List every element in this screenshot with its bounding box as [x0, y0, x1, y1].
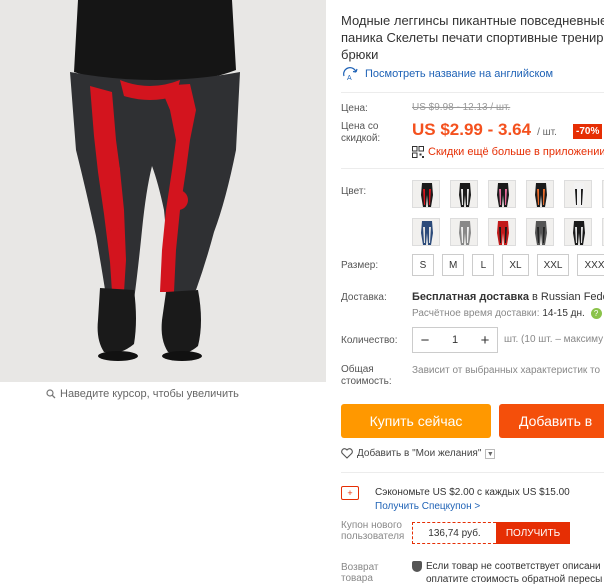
- color-swatch-black-white-2[interactable]: [564, 218, 592, 246]
- shipping-info: Бесплатная доставка в Russian Federa: [412, 291, 604, 303]
- product-info: Модные леггинсы пикантные повседневные п…: [341, 0, 604, 586]
- zoom-hint: Наведите курсор, чтобы увеличить: [46, 388, 239, 400]
- wishlist-text[interactable]: Добавить в "Мои желания": [357, 448, 481, 459]
- color-label: Цвет:: [341, 186, 367, 197]
- color-swatch-black-white[interactable]: [450, 180, 478, 208]
- buy-now-button[interactable]: Купить сейчас: [341, 404, 491, 438]
- old-price: US $9.98 - 12.13 / шт.: [412, 102, 511, 113]
- shipping-time-value: 14-15 дн.: [542, 308, 585, 320]
- shipping-time: Расчётное время доставки: 14-15 дн. ?: [412, 308, 602, 319]
- size-option-s[interactable]: S: [412, 254, 434, 276]
- total-note: Зависит от выбранных характеристик то: [412, 365, 601, 376]
- wishlist-link[interactable]: Добавить в "Мои желания" ▼: [341, 448, 496, 459]
- sale-price: US $2.99 - 3.64 / шт.: [412, 120, 557, 140]
- color-swatch-red-black[interactable]: [488, 218, 516, 246]
- color-swatches: [412, 180, 604, 246]
- shipping-to-prefix: в: [532, 291, 538, 303]
- quantity-value[interactable]: 1: [437, 334, 473, 346]
- coupon-save-text: Сэкономьте US $2.00 с каждых US $15.00: [375, 487, 570, 498]
- new-user-coupon-amount: 136,74 руб.: [412, 522, 496, 544]
- qr-code-icon: [412, 146, 424, 158]
- divider: [341, 472, 604, 473]
- leggings-photo: [0, 0, 326, 382]
- decrease-button[interactable]: −: [413, 328, 437, 352]
- size-option-m[interactable]: M: [442, 254, 465, 276]
- new-user-coupon-label: Купон нового пользователя: [341, 520, 405, 542]
- color-swatch-grey-white[interactable]: [450, 218, 478, 246]
- heart-icon: [341, 448, 353, 459]
- quantity-label: Количество:: [341, 335, 398, 346]
- get-new-user-coupon-button[interactable]: ПОЛУЧИТЬ: [496, 522, 570, 544]
- shipping-destination[interactable]: Russian Federa: [541, 291, 604, 303]
- product-title: Модные леггинсы пикантные повседневные п…: [341, 13, 604, 62]
- chevron-down-icon[interactable]: ▼: [485, 448, 496, 459]
- size-option-xl[interactable]: XL: [502, 254, 529, 276]
- color-swatch-black-pink[interactable]: [488, 180, 516, 208]
- size-option-xxl[interactable]: XXL: [536, 254, 570, 276]
- swatch-thumbnail: [565, 181, 591, 207]
- translate-link-text[interactable]: Посмотреть название на английском: [365, 68, 553, 80]
- color-swatch-white-black[interactable]: [564, 180, 592, 208]
- swatch-thumbnail: [527, 181, 553, 207]
- help-icon[interactable]: ?: [590, 308, 602, 319]
- swatch-thumbnail: [565, 219, 591, 245]
- returns-line-2: оплатите стоимость обратной пересы: [426, 574, 603, 585]
- shipping-label: Доставка:: [341, 292, 387, 303]
- svg-text:A: A: [347, 75, 352, 81]
- zoom-hint-text: Наведите курсор, чтобы увеличить: [60, 388, 239, 400]
- color-swatch-black-red[interactable]: [412, 180, 440, 208]
- quantity-note: шт. (10 шт. – максиму: [504, 334, 604, 345]
- shield-icon: [412, 561, 422, 572]
- magnifier-icon: [46, 389, 56, 399]
- quantity-stepper: − 1 +: [412, 327, 498, 353]
- size-option-xxxl[interactable]: XXXL: [577, 254, 604, 276]
- increase-button[interactable]: +: [473, 328, 497, 352]
- product-gallery: Наведите курсор, чтобы увеличить: [0, 0, 326, 586]
- total-label: Общая стоимость:: [341, 364, 392, 387]
- sale-price-label: Цена со скидкой:: [341, 121, 381, 144]
- app-deal-text[interactable]: Скидки ещё больше в приложении: [428, 146, 604, 158]
- size-label: Размер:: [341, 260, 379, 271]
- get-coupon-link[interactable]: Получить Спецкупон >: [375, 501, 480, 512]
- translate-icon: A: [343, 67, 358, 81]
- sale-price-unit: / шт.: [537, 127, 557, 138]
- divider: [341, 168, 604, 169]
- divider: [341, 92, 604, 93]
- add-to-cart-button[interactable]: Добавить в: [499, 404, 604, 438]
- translate-link[interactable]: A Посмотреть название на английском: [341, 67, 553, 81]
- swatch-thumbnail: [489, 181, 515, 207]
- app-deal-link[interactable]: Скидки ещё больше в приложении ▼: [412, 146, 604, 158]
- coupon-icon: +: [341, 486, 359, 500]
- returns-label: Возврат товара: [341, 562, 379, 584]
- discount-badge: -70%: [573, 124, 603, 139]
- returns-info: Если товар не соответствует описани опла…: [412, 560, 602, 586]
- color-swatch-black-orange[interactable]: [526, 180, 554, 208]
- color-swatch-grey-dark[interactable]: [526, 218, 554, 246]
- product-main-image[interactable]: [0, 0, 326, 382]
- swatch-thumbnail: [451, 219, 477, 245]
- free-shipping-text: Бесплатная доставка: [412, 291, 529, 303]
- swatch-thumbnail: [413, 181, 439, 207]
- size-option-l[interactable]: L: [472, 254, 495, 276]
- swatch-thumbnail: [413, 219, 439, 245]
- swatch-thumbnail: [451, 181, 477, 207]
- shipping-time-label: Расчётное время доставки:: [412, 308, 540, 320]
- store-coupon: + Сэкономьте US $2.00 с каждых US $15.00…: [341, 480, 604, 518]
- color-swatch-blue-white[interactable]: [412, 218, 440, 246]
- returns-line-1: Если товар не соответствует описани: [426, 561, 601, 572]
- swatch-thumbnail: [489, 219, 515, 245]
- swatch-thumbnail: [527, 219, 553, 245]
- sale-price-value: US $2.99 - 3.64: [412, 120, 532, 139]
- size-options: SML XL XXL XXXL: [412, 254, 604, 276]
- price-label: Цена:: [341, 103, 368, 114]
